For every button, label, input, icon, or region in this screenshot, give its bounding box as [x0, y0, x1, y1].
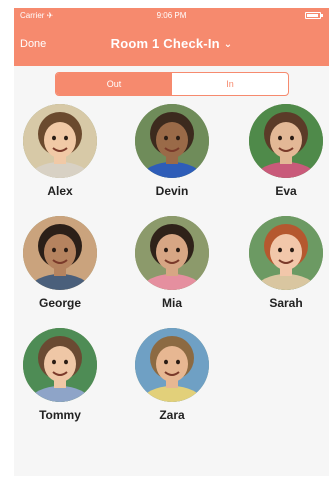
child-name: Zara [159, 408, 185, 422]
app-screen: Carrier ✈ 9:06 PM Done Room 1 Check-In ⌄ … [14, 8, 329, 476]
child-card[interactable]: George [20, 216, 100, 310]
chevron-down-icon: ⌄ [223, 39, 233, 50]
child-card[interactable]: Devin [132, 104, 212, 198]
page-title: Room 1 Check-In [110, 36, 220, 51]
child-avatar [249, 104, 323, 178]
child-avatar [135, 216, 209, 290]
child-name: Sarah [269, 296, 303, 310]
segment-out[interactable]: Out [56, 73, 172, 95]
child-card[interactable]: Tommy [20, 328, 100, 422]
room-title-dropdown[interactable]: Room 1 Check-In ⌄ [14, 36, 329, 51]
child-card[interactable]: Zara [132, 328, 212, 422]
status-time: 9:06 PM [156, 11, 187, 20]
child-card[interactable]: Alex [20, 104, 100, 198]
child-name: George [38, 296, 81, 310]
child-card[interactable]: Mia [132, 216, 212, 310]
segment-in[interactable]: In [172, 73, 288, 95]
child-card[interactable]: Sarah [246, 216, 326, 310]
battery-icon [305, 12, 323, 19]
child-name: Mia [161, 296, 182, 310]
child-avatar [23, 328, 97, 402]
status-bar: Carrier ✈ 9:06 PM [14, 8, 329, 24]
child-avatar [23, 216, 97, 290]
child-card[interactable]: Eva [246, 104, 326, 198]
child-avatar [23, 104, 97, 178]
nav-bar: Done Room 1 Check-In ⌄ [14, 24, 329, 66]
child-name: Devin [155, 184, 189, 198]
child-avatar [135, 328, 209, 402]
child-avatar [249, 216, 323, 290]
child-name: Eva [275, 184, 297, 198]
check-status-segmented-control: Out In [55, 72, 289, 96]
child-name: Tommy [39, 408, 81, 422]
child-name: Alex [47, 184, 73, 198]
child-avatar [135, 104, 209, 178]
